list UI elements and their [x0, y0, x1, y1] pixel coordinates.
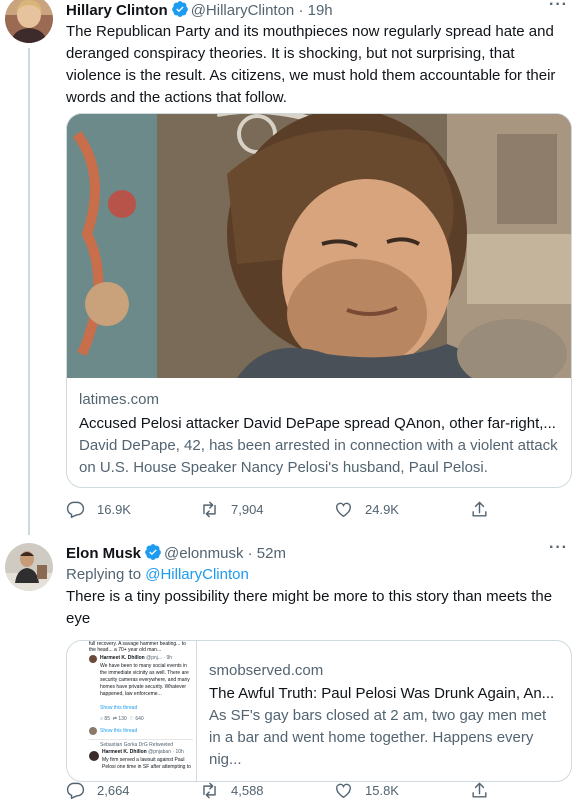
card-title: The Awful Truth: Paul Pelosi Was Drunk A…	[209, 685, 555, 702]
replying-to-label: Replying to	[66, 566, 142, 583]
heart-icon	[336, 783, 351, 799]
reply-icon	[66, 782, 85, 800]
link-card[interactable]: full recovery. A savage hammer beating..…	[66, 640, 572, 782]
tweet-text: There is a tiny possibility there might …	[66, 588, 553, 627]
handle[interactable]: @elonmusk	[164, 545, 243, 562]
more-options-icon[interactable]: ···	[549, 539, 568, 557]
thumb-stat-reply: 85	[104, 716, 110, 722]
reply-button[interactable]: 16.9K	[66, 500, 131, 519]
retweet-button[interactable]: 7,904	[200, 500, 264, 519]
reply-button[interactable]: 2,664	[66, 781, 130, 800]
thumb-avatar-2	[89, 727, 97, 735]
tweet-header: Hillary Clinton @HillaryClinton · 19h	[66, 0, 333, 21]
reply-count: 2,664	[97, 783, 130, 798]
thumb-stat-like: 640	[135, 716, 144, 722]
link-card[interactable]: latimes.com Accused Pelosi attacker Davi…	[66, 113, 572, 488]
replying-to-link[interactable]: @HillaryClinton	[145, 566, 249, 583]
verified-badge-icon	[144, 543, 162, 561]
like-count: 24.9K	[365, 502, 399, 517]
thumb-retweeted: Sebastian Gorka DrG Retweeted	[100, 742, 174, 748]
retweet-icon	[203, 501, 216, 518]
display-name[interactable]: Elon Musk	[66, 545, 141, 562]
like-button[interactable]: 15.8K	[334, 781, 399, 800]
timestamp[interactable]: · 52m	[248, 545, 286, 562]
thumb-stats: ○ 85 ⇄ 130 ♡ 640	[100, 716, 144, 722]
timestamp[interactable]: · 19h	[298, 2, 332, 19]
thumb-author-2: Harmeet K. Dhillon	[102, 749, 147, 755]
like-button[interactable]: 24.9K	[334, 500, 399, 519]
thumb-body-2: My firm served a lawsuit against Paul Pe…	[102, 757, 191, 770]
card-domain: smobserved.com	[209, 662, 324, 679]
thumb-author2-handle: @pnjaban · 10h	[148, 749, 184, 755]
tweet-hillary[interactable]: Hillary Clinton @HillaryClinton · 19h ···…	[0, 0, 580, 535]
tweet-elon[interactable]: Elon Musk @elonmusk · 52m ··· Replying to…	[0, 535, 580, 805]
thumb-author-handle: @pnj... · 9h	[146, 655, 173, 661]
tweet-actions: 16.9K 7,904 24.9K	[66, 500, 506, 522]
tweet-text: The Republican Party and its mouthpieces…	[66, 23, 556, 106]
thumb-stat-rt: 130	[118, 716, 127, 722]
card-thumbnail: full recovery. A savage hammer beating..…	[67, 641, 197, 781]
reply-icon	[66, 501, 85, 519]
heart-icon	[336, 502, 351, 518]
thumb-body: We have been to many social events in th…	[100, 663, 190, 697]
thread-line	[28, 48, 30, 535]
card-description: David DePape, 42, has been arrested in c…	[79, 437, 558, 476]
share-button[interactable]	[470, 500, 501, 519]
tweet-actions: 2,664 4,588 15.8K	[66, 781, 506, 803]
retweet-count: 7,904	[231, 502, 264, 517]
like-count: 15.8K	[365, 783, 399, 798]
thumb-show-thread-2: Show this thread	[100, 728, 138, 734]
tweet-header: Elon Musk @elonmusk · 52m	[66, 543, 286, 564]
card-title: Accused Pelosi attacker David DePape spr…	[79, 415, 556, 432]
retweet-icon	[203, 782, 216, 799]
avatar-hillary[interactable]	[5, 0, 53, 43]
card-image	[67, 114, 571, 389]
retweet-count: 4,588	[231, 783, 264, 798]
share-button[interactable]	[470, 781, 501, 800]
verified-badge-icon	[171, 0, 189, 18]
share-icon	[472, 501, 487, 517]
thumb-author: Harmeet K. Dhillon	[100, 655, 145, 661]
share-icon	[472, 782, 487, 798]
replying-to: Replying to @HillaryClinton	[66, 565, 249, 585]
card-description: As SF's gay bars closed at 2 am, two gay…	[209, 707, 547, 768]
avatar-elon[interactable]	[5, 543, 53, 591]
card-domain: latimes.com	[79, 391, 160, 408]
thumb-avatar	[89, 655, 97, 663]
more-options-icon[interactable]: ···	[549, 0, 568, 14]
handle[interactable]: @HillaryClinton	[191, 2, 295, 19]
thumb-top-text: full recovery. A savage hammer beating..…	[89, 641, 186, 653]
display-name[interactable]: Hillary Clinton	[66, 2, 168, 19]
reply-count: 16.9K	[97, 502, 131, 517]
thumb-show-thread: Show this thread	[100, 705, 138, 711]
thumb-avatar-3	[89, 751, 99, 761]
retweet-button[interactable]: 4,588	[200, 781, 264, 800]
